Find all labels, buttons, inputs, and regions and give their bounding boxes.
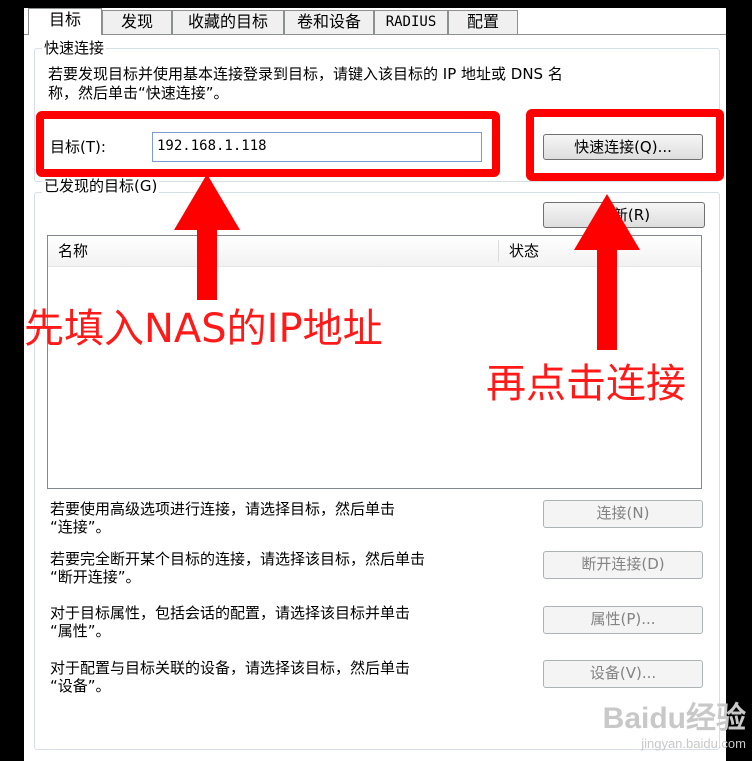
annotation-fill-ip: 先填入NAS的IP地址 — [24, 306, 383, 352]
tab-divider — [24, 34, 726, 35]
tab-targets[interactable]: 目标 — [28, 8, 102, 35]
devices-description-line1: 对于配置与目标关联的设备，请选择该目标，然后单击 — [50, 659, 411, 677]
watermark-brand: Baidu经验 — [602, 702, 746, 735]
arrow-up-right-icon — [574, 194, 640, 350]
tab-radius[interactable]: RADIUS — [374, 10, 448, 34]
tab-favorite-targets[interactable]: 收藏的目标 — [172, 10, 284, 34]
quick-connect-legend: 快速连接 — [42, 39, 107, 57]
properties-button[interactable]: 属性(P)... — [543, 606, 703, 634]
disconnect-description-line2: “断开连接”。 — [50, 568, 141, 586]
devices-description-line2: “设备”。 — [50, 677, 111, 695]
discovered-targets-legend: 已发现的目标(G) — [42, 177, 160, 195]
connect-button[interactable]: 连接(N) — [543, 500, 703, 528]
annotation-click-connect: 再点击连接 — [486, 361, 686, 407]
column-name[interactable]: 名称 — [48, 236, 498, 266]
tab-volumes-devices[interactable]: 卷和设备 — [284, 10, 374, 34]
quick-connect-description-line1: 若要发现目标并使用基本连接登录到目标，请键入该目标的 IP 地址或 DNS 名 — [48, 65, 563, 83]
quick-connect-description-line2: 称，然后单击“快速连接”。 — [48, 84, 229, 102]
properties-description-line1: 对于目标属性，包括会话的配置，请选择该目标并单击 — [50, 604, 411, 622]
highlight-target-box — [36, 111, 500, 177]
connect-description-line1: 若要使用高级选项进行连接，请选择目标，然后单击 — [50, 500, 396, 518]
arrow-up-left-icon — [174, 174, 240, 300]
disconnect-button[interactable]: 断开连接(D) — [543, 551, 703, 579]
connect-description-line2: “连接”。 — [50, 518, 111, 536]
disconnect-description-line1: 若要完全断开某个目标的连接，请选择该目标，然后单击 — [50, 550, 426, 568]
tab-discovery[interactable]: 发现 — [102, 10, 172, 34]
watermark-url: jingyan.baidu.com — [641, 736, 746, 751]
tab-configuration[interactable]: 配置 — [448, 10, 518, 34]
properties-description-line2: “属性”。 — [50, 622, 111, 640]
highlight-quick-connect-box — [526, 109, 724, 181]
baidu-watermark: Baidu经验 jingyan.baidu.com — [603, 702, 746, 751]
devices-button[interactable]: 设备(V)... — [543, 660, 703, 688]
tab-bar: 目标 发现 收藏的目标 卷和设备 RADIUS 配置 — [24, 8, 726, 35]
